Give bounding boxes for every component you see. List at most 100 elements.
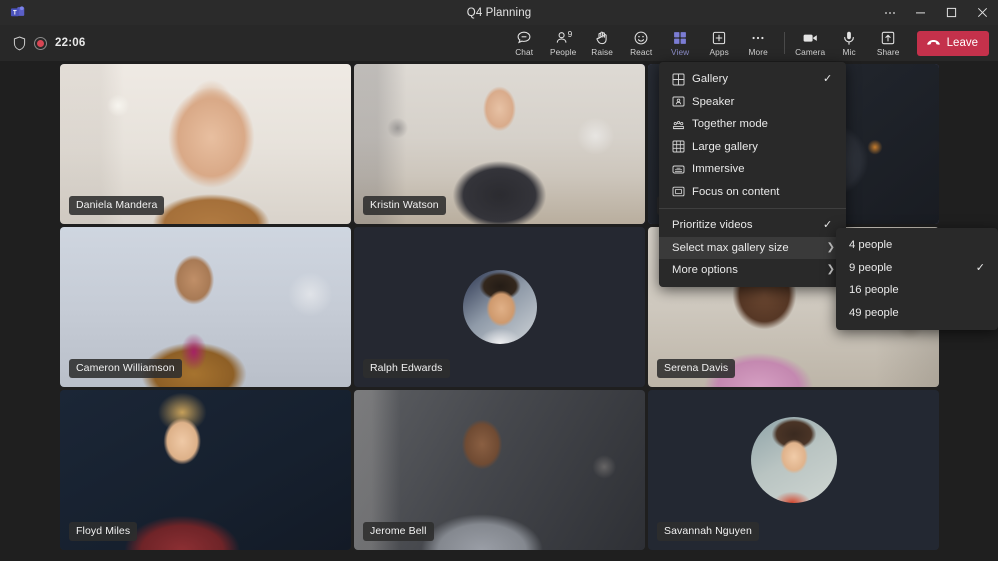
window-title: Q4 Planning bbox=[0, 7, 998, 19]
immersive-icon bbox=[672, 163, 692, 176]
toolbar-share-button[interactable]: Share bbox=[869, 25, 908, 61]
submenu-item-4-people[interactable]: 4 people bbox=[836, 234, 998, 257]
participant-tile[interactable]: Jerome Bell bbox=[354, 390, 645, 550]
window-controls bbox=[874, 0, 998, 25]
toolbar-mic-button[interactable]: Mic bbox=[830, 25, 869, 61]
toolbar-view-button[interactable]: View bbox=[661, 25, 700, 61]
check-icon: ✓ bbox=[823, 74, 835, 85]
participant-tile[interactable]: Cameron Williamson bbox=[60, 227, 351, 387]
toolbar-camera-button[interactable]: Camera bbox=[791, 25, 830, 61]
submenu-item-9-people[interactable]: 9 people ✓ bbox=[836, 257, 998, 280]
meeting-toolbar: 22:06 Chat 9 People Raise bbox=[0, 25, 998, 61]
minimize-button[interactable] bbox=[905, 0, 936, 25]
toolbar-raise-button[interactable]: Raise bbox=[583, 25, 622, 61]
menu-item-label: More options bbox=[672, 264, 827, 276]
participant-name-chip: Ralph Edwards bbox=[363, 359, 450, 378]
submenu-item-16-people[interactable]: 16 people bbox=[836, 279, 998, 302]
chat-icon bbox=[516, 29, 532, 46]
microphone-icon bbox=[841, 29, 857, 46]
participant-name-chip: Cameron Williamson bbox=[69, 359, 182, 378]
view-grid-icon bbox=[672, 29, 688, 46]
leave-button-label: Leave bbox=[947, 37, 978, 49]
participant-name-chip: Kristin Watson bbox=[363, 196, 446, 215]
more-window-options-button[interactable] bbox=[874, 0, 905, 25]
meeting-status-group: 22:06 bbox=[0, 36, 85, 51]
menu-item-label: Focus on content bbox=[692, 186, 823, 198]
toolbar-raise-label: Raise bbox=[591, 47, 613, 57]
toolbar-people-label: People bbox=[550, 47, 576, 57]
participant-name-chip: Jerome Bell bbox=[363, 522, 434, 541]
submenu-item-label: 4 people bbox=[849, 239, 985, 251]
large-gallery-icon bbox=[672, 140, 692, 153]
submenu-item-label: 16 people bbox=[849, 284, 985, 296]
shield-icon bbox=[13, 36, 26, 51]
view-menu: Gallery ✓ Speaker Together mode Large ga… bbox=[659, 62, 846, 287]
menu-item-select-max-gallery-size[interactable]: Select max gallery size ❯ bbox=[659, 237, 846, 260]
participant-name-chip: Floyd Miles bbox=[69, 522, 137, 541]
menu-item-prioritize-videos[interactable]: Prioritize videos ✓ bbox=[659, 214, 846, 237]
maximize-button[interactable] bbox=[936, 0, 967, 25]
menu-item-label: Gallery bbox=[692, 73, 823, 85]
people-count-badge: 9 bbox=[568, 29, 573, 39]
check-icon: ✓ bbox=[823, 220, 835, 231]
gallery-size-submenu: 4 people 9 people ✓ 16 people 49 people bbox=[836, 228, 998, 330]
toolbar-share-label: Share bbox=[877, 47, 900, 57]
toolbar-apps-button[interactable]: Apps bbox=[700, 25, 739, 61]
menu-item-more-options[interactable]: More options ❯ bbox=[659, 259, 846, 282]
recording-dot-icon bbox=[34, 37, 47, 50]
menu-item-label: Large gallery bbox=[692, 141, 823, 153]
toolbar-apps-label: Apps bbox=[710, 47, 729, 57]
toolbar-react-label: React bbox=[630, 47, 652, 57]
toolbar-divider bbox=[784, 32, 785, 54]
toolbar-camera-label: Camera bbox=[795, 47, 825, 57]
menu-item-speaker[interactable]: Speaker bbox=[659, 91, 846, 114]
participant-name-chip: Daniela Mandera bbox=[69, 196, 164, 215]
menu-item-gallery[interactable]: Gallery ✓ bbox=[659, 68, 846, 91]
toolbar-react-button[interactable]: React bbox=[622, 25, 661, 61]
chevron-right-icon: ❯ bbox=[827, 265, 835, 275]
check-icon: ✓ bbox=[976, 261, 985, 274]
more-ellipsis-icon bbox=[750, 29, 766, 46]
menu-item-large-gallery[interactable]: Large gallery bbox=[659, 136, 846, 159]
together-mode-icon bbox=[672, 118, 692, 131]
share-screen-icon bbox=[880, 29, 896, 46]
avatar bbox=[463, 270, 537, 344]
toolbar-mic-label: Mic bbox=[843, 47, 856, 57]
menu-separator bbox=[659, 208, 846, 209]
toolbar-chat-label: Chat bbox=[515, 47, 533, 57]
menu-item-label: Immersive bbox=[692, 163, 823, 175]
focus-content-icon bbox=[672, 185, 692, 198]
toolbar-view-label: View bbox=[671, 47, 689, 57]
participant-name-chip: Serena Davis bbox=[657, 359, 735, 378]
meeting-timer: 22:06 bbox=[55, 37, 85, 49]
submenu-item-49-people[interactable]: 49 people bbox=[836, 302, 998, 325]
participant-tile[interactable]: Savannah Nguyen bbox=[648, 390, 939, 550]
title-bar: T Q4 Planning bbox=[0, 0, 998, 25]
menu-item-together-mode[interactable]: Together mode bbox=[659, 113, 846, 136]
toolbar-people-button[interactable]: 9 People bbox=[544, 25, 583, 61]
submenu-item-label: 9 people bbox=[849, 262, 976, 274]
camera-icon bbox=[802, 29, 819, 46]
menu-item-label: Together mode bbox=[692, 118, 823, 130]
menu-item-label: Prioritize videos bbox=[672, 219, 823, 231]
submenu-item-label: 49 people bbox=[849, 307, 985, 319]
menu-item-label: Select max gallery size bbox=[672, 242, 827, 254]
speaker-person-icon bbox=[672, 95, 692, 108]
toolbar-more-button[interactable]: More bbox=[739, 25, 778, 61]
raise-hand-icon bbox=[594, 29, 610, 46]
toolbar-actions: Chat 9 People Raise React bbox=[505, 25, 998, 61]
participant-tile[interactable]: Floyd Miles bbox=[60, 390, 351, 550]
participant-tile[interactable]: Ralph Edwards bbox=[354, 227, 645, 387]
participant-tile[interactable]: Daniela Mandera bbox=[60, 64, 351, 224]
teams-meeting-window: T Q4 Planning 22:06 bbox=[0, 0, 998, 561]
participant-name-chip: Savannah Nguyen bbox=[657, 522, 759, 541]
menu-item-label: Speaker bbox=[692, 96, 823, 108]
participant-tile[interactable]: Kristin Watson bbox=[354, 64, 645, 224]
toolbar-chat-button[interactable]: Chat bbox=[505, 25, 544, 61]
toolbar-more-label: More bbox=[749, 47, 768, 57]
menu-item-immersive[interactable]: Immersive bbox=[659, 158, 846, 181]
leave-button[interactable]: Leave bbox=[917, 31, 989, 56]
menu-item-focus-on-content[interactable]: Focus on content bbox=[659, 181, 846, 204]
close-button[interactable] bbox=[967, 0, 998, 25]
chevron-right-icon: ❯ bbox=[827, 243, 835, 253]
